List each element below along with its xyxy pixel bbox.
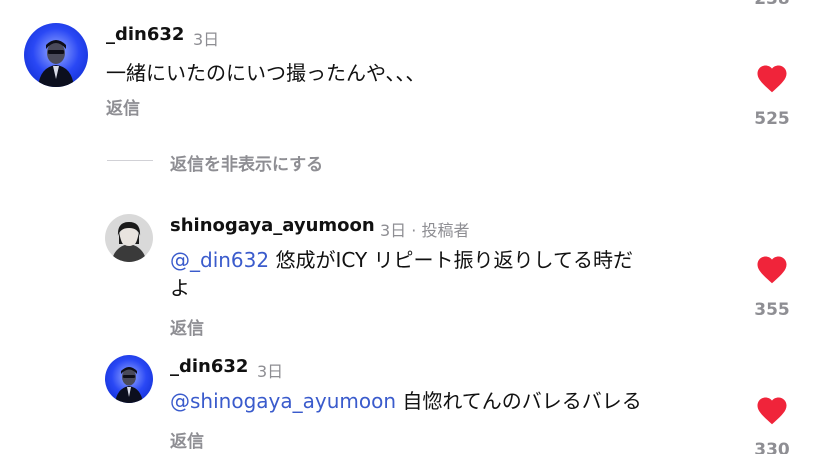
like-count: 355: [754, 300, 790, 320]
previous-like-count: 238: [752, 0, 792, 9]
reply-text-line1: 自惚れてんのバレるバレる: [402, 389, 642, 413]
reply-button[interactable]: 返信: [106, 94, 140, 119]
heart-icon[interactable]: [755, 394, 789, 429]
comment-time: 3日: [193, 30, 220, 49]
avatar-image: [24, 23, 88, 87]
comment-username[interactable]: _din632: [106, 24, 184, 45]
comment-text: 一緒にいたのにいつ撮ったんや、、、: [106, 61, 426, 85]
mention-link[interactable]: @_din632: [170, 248, 269, 272]
reply-text-line1: 悠成がICY リピート振り返りしてる時だ: [275, 248, 633, 272]
avatar-image: [105, 355, 153, 403]
reply-button[interactable]: 返信: [170, 314, 204, 339]
reply-username[interactable]: _din632: [170, 356, 248, 377]
hide-replies-button[interactable]: 返信を非表示にする: [170, 150, 323, 175]
avatar[interactable]: [105, 214, 153, 262]
reply-time: 3日: [257, 362, 284, 381]
mention-link[interactable]: @shinogaya_ayumoon: [170, 389, 396, 413]
like-count: 525: [754, 109, 790, 129]
heart-icon[interactable]: [755, 253, 789, 288]
reply-button[interactable]: 返信: [170, 427, 204, 452]
reply-text: @_din632 悠成がICY リピート振り返りしてる時だ: [170, 245, 633, 275]
reply-username[interactable]: shinogaya_ayumoon: [170, 215, 375, 236]
avatar[interactable]: [105, 355, 153, 403]
reply-meta: 3日 · 投稿者: [380, 221, 470, 240]
avatar[interactable]: [24, 23, 88, 87]
divider-line: [107, 160, 153, 161]
reply-text: @shinogaya_ayumoon 自惚れてんのバレるバレる: [170, 386, 642, 416]
like-count: 330: [754, 440, 790, 454]
heart-icon[interactable]: [755, 62, 789, 97]
reply-text-line2: よ: [170, 276, 190, 300]
avatar-image: [105, 214, 153, 262]
